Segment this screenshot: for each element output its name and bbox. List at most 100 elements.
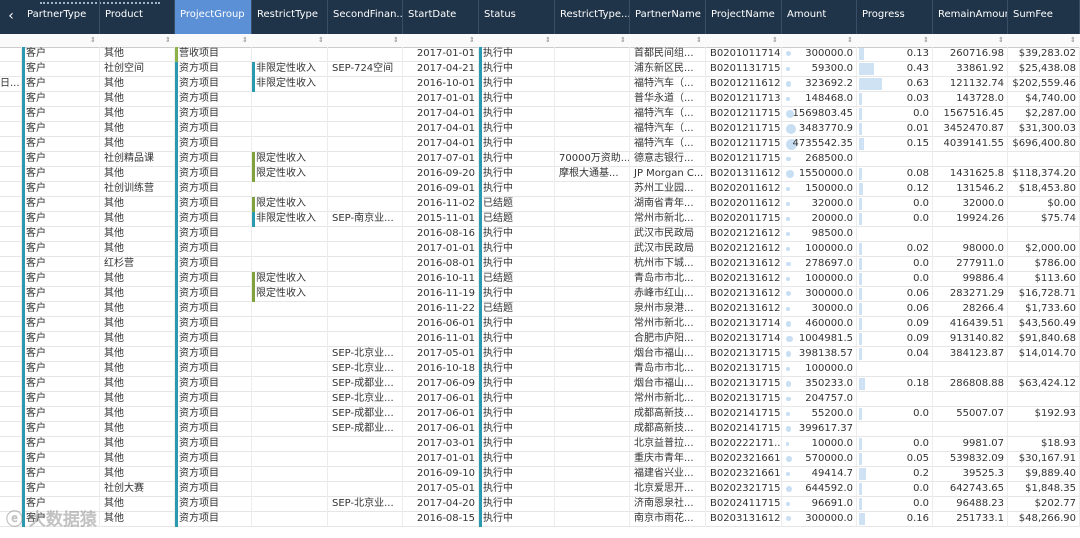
cell-remain[interactable]: 39525.3	[933, 467, 1008, 482]
cell-proj[interactable]: B0201211715...	[706, 107, 782, 122]
cell-prog[interactable]: 0.08	[857, 167, 933, 182]
table-row[interactable]: 客户 其他 资方项目 2016-08-16 执行中 武汉市民政局 B0202121612..…	[0, 227, 1080, 242]
cell-rt[interactable]	[252, 467, 328, 482]
cell-sd[interactable]: 2017-04-01	[403, 107, 479, 122]
cell-st[interactable]: 执行中	[479, 77, 555, 92]
cell-prod[interactable]: 其他	[100, 137, 175, 152]
table-row[interactable]: 客户 社创精品课 资方项目 限定性收入 2017-07-01 执行中 70000万资助...…	[0, 152, 1080, 167]
table-row[interactable]: 客户 其他 资方项目 SEP-北京业... 2016-10-18 执行中 青岛市市北... B…	[0, 362, 1080, 377]
cell-rt[interactable]	[252, 392, 328, 407]
cell-pt[interactable]: 客户	[22, 152, 100, 167]
cell-prog[interactable]	[857, 392, 933, 407]
cell-pt[interactable]: 客户	[22, 407, 100, 422]
cell-rt[interactable]	[252, 332, 328, 347]
table-row[interactable]: 客户 其他 资方项目 SEP-成都业... 2017-06-01 执行中 成都高新技... B…	[0, 407, 1080, 422]
cell-sf[interactable]: SEP-南京业...	[328, 212, 403, 227]
cell-rt2[interactable]	[555, 77, 630, 92]
cell-prod[interactable]: 其他	[100, 92, 175, 107]
cell-pt[interactable]: 客户	[22, 227, 100, 242]
cell-rt2[interactable]	[555, 497, 630, 512]
cell-pn[interactable]: 福建省兴业...	[630, 467, 706, 482]
sort-icon[interactable]: ⇕	[923, 34, 929, 47]
cell-amt[interactable]: 398138.57	[782, 347, 857, 362]
cell-sd[interactable]: 2017-06-09	[403, 377, 479, 392]
cell-rt2[interactable]	[555, 332, 630, 347]
cell-pg[interactable]: 资方项目	[175, 92, 252, 107]
cell-remain[interactable]: 416439.51	[933, 317, 1008, 332]
cell-pn[interactable]: 重庆市青年...	[630, 452, 706, 467]
cell-pt[interactable]: 客户	[22, 107, 100, 122]
cell-amt[interactable]: 300000.0	[782, 512, 857, 527]
column-header-sumfee[interactable]: SumFee	[1008, 0, 1080, 34]
cell-rt2[interactable]	[555, 347, 630, 362]
cell-sf[interactable]: SEP-北京业...	[328, 347, 403, 362]
cell-pt[interactable]: 客户	[22, 257, 100, 272]
cell-sd[interactable]: 2016-08-16	[403, 227, 479, 242]
sort-icon[interactable]: ⇕	[545, 34, 551, 47]
cell-pg[interactable]: 资方项目	[175, 317, 252, 332]
cell-pt[interactable]: 客户	[22, 62, 100, 77]
cell-proj[interactable]: B0202141715...	[706, 407, 782, 422]
cell-remain[interactable]: 99886.4	[933, 272, 1008, 287]
cell-sf[interactable]	[328, 512, 403, 527]
cell-prog[interactable]: 0.13	[857, 47, 933, 62]
cell-rt2[interactable]	[555, 407, 630, 422]
cell-pg[interactable]: 资方项目	[175, 497, 252, 512]
cell-rt[interactable]: 限定性收入	[252, 167, 328, 182]
column-header-restricttype-[interactable]: RestrictType...	[555, 0, 630, 34]
cell-pt[interactable]: 客户	[22, 47, 100, 62]
cell-remain[interactable]: 19924.26	[933, 212, 1008, 227]
table-row[interactable]: 客户 其他 资方项目 限定性收入 2016-09-20 执行中 摩根大通基... JP Mor…	[0, 167, 1080, 182]
cell-rt2[interactable]	[555, 377, 630, 392]
cell-prog[interactable]: 0.05	[857, 452, 933, 467]
cell-fee[interactable]: $31,300.03	[1008, 122, 1080, 137]
sort-icon[interactable]: ⇕	[165, 34, 171, 47]
cell-pt[interactable]: 客户	[22, 122, 100, 137]
cell-amt[interactable]: 100000.0	[782, 272, 857, 287]
cell-sd[interactable]: 2017-04-20	[403, 497, 479, 512]
cell-rt[interactable]	[252, 512, 328, 527]
cell-prod[interactable]: 其他	[100, 272, 175, 287]
cell-pt[interactable]: 客户	[22, 197, 100, 212]
cell-prog[interactable]: 0.0	[857, 197, 933, 212]
cell-fee[interactable]: $39,283.02	[1008, 47, 1080, 62]
cell-proj[interactable]: B020222171...	[706, 437, 782, 452]
cell-sf[interactable]	[328, 287, 403, 302]
cell-proj[interactable]: B0202131715...	[706, 377, 782, 392]
cell-fee[interactable]: $202.77	[1008, 497, 1080, 512]
cell-pn[interactable]: 武汉市民政局	[630, 242, 706, 257]
cell-sf[interactable]	[328, 467, 403, 482]
cell-pt[interactable]: 客户	[22, 302, 100, 317]
cell-fee[interactable]	[1008, 392, 1080, 407]
table-row[interactable]: 客户 其他 资方项目 2016-11-22 已结题 泉州市泉港... B0202131612…	[0, 302, 1080, 317]
table-row[interactable]: 客户 其他 资方项目 2017-04-01 执行中 福特汽车（... B0201211715…	[0, 137, 1080, 152]
cell-rt2[interactable]	[555, 392, 630, 407]
cell-sf[interactable]: SEP-北京业...	[328, 392, 403, 407]
table-row[interactable]: 日... 客户 其他 资方项目 非限定性收入 2016-10-01 执行中 福特汽车（... B…	[0, 77, 1080, 92]
cell-sd[interactable]: 2017-03-01	[403, 437, 479, 452]
cell-rt2[interactable]	[555, 47, 630, 62]
cell-st[interactable]: 执行中	[479, 62, 555, 77]
cell-prog[interactable]: 0.0	[857, 107, 933, 122]
cell-pn[interactable]: 泉州市泉港...	[630, 302, 706, 317]
cell-rt[interactable]	[252, 92, 328, 107]
cell-sf[interactable]	[328, 272, 403, 287]
cell-st[interactable]: 执行中	[479, 152, 555, 167]
cell-pg[interactable]: 资方项目	[175, 167, 252, 182]
cell-pn[interactable]: 苏州工业园...	[630, 182, 706, 197]
cell-sd[interactable]: 2017-01-01	[403, 242, 479, 257]
cell-amt[interactable]: 1550000.0	[782, 167, 857, 182]
cell-fee[interactable]: $91,840.68	[1008, 332, 1080, 347]
cell-pg[interactable]: 资方项目	[175, 227, 252, 242]
cell-pn[interactable]: 德意志银行...	[630, 152, 706, 167]
cell-proj[interactable]: B0201211715...	[706, 137, 782, 152]
cell-rt2[interactable]	[555, 317, 630, 332]
cell-proj[interactable]: B0202131612...	[706, 257, 782, 272]
cell-sd[interactable]: 2016-10-18	[403, 362, 479, 377]
cell-rt[interactable]	[252, 377, 328, 392]
cell-rt[interactable]	[252, 482, 328, 497]
cell-st[interactable]: 执行中	[479, 497, 555, 512]
cell-sd[interactable]: 2016-06-01	[403, 317, 479, 332]
cell-proj[interactable]: B0202321715...	[706, 482, 782, 497]
cell-pn[interactable]: JP Morgan C...	[630, 167, 706, 182]
